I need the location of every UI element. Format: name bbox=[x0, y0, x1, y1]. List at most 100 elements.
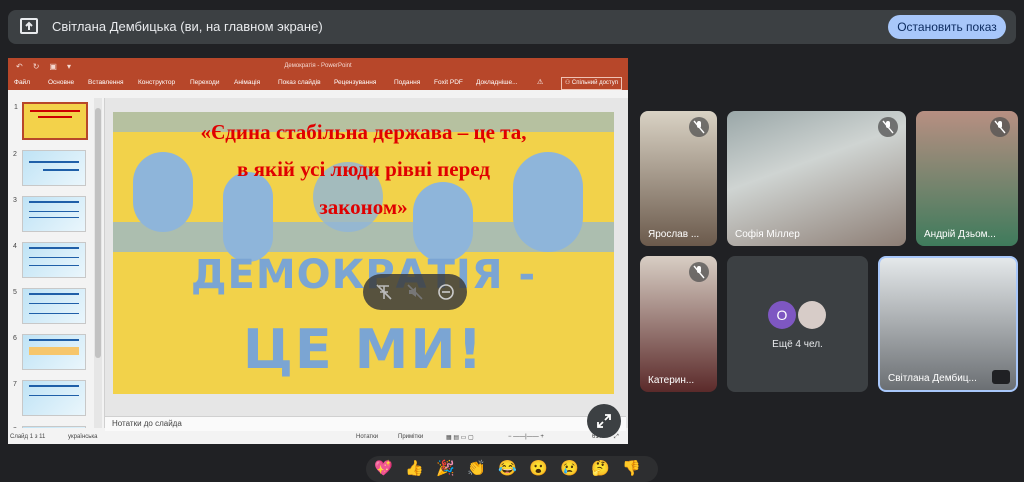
slide-canvas: «Єдина стабільна держава – це та, в якій… bbox=[105, 98, 626, 416]
thumbs-up-reaction-icon[interactable]: 👍 bbox=[405, 461, 424, 477]
tab-animations[interactable]: Анімація bbox=[234, 79, 260, 86]
slide-counter: Слайд 1 з 11 bbox=[10, 434, 46, 440]
slide-thumbnail-2[interactable]: 2 bbox=[13, 150, 86, 186]
tab-home[interactable]: Основне bbox=[48, 79, 74, 86]
heart-reaction-icon[interactable]: 💖 bbox=[374, 461, 393, 477]
zoom-slider[interactable]: − ——|—— + bbox=[508, 434, 544, 440]
thumb-number: 5 bbox=[13, 289, 17, 296]
thumb-line bbox=[29, 211, 79, 212]
more-participants-label: Ещё 4 чел. bbox=[772, 339, 823, 350]
self-view-tile[interactable]: Світлана Дембиц... bbox=[878, 256, 1018, 392]
ppt-titlebar: ↶ ↻ ▣ ▾ Демократія - PowerPoint bbox=[8, 58, 628, 76]
comments-toggle[interactable]: Примітки bbox=[398, 434, 423, 440]
slide-bg-shape bbox=[113, 222, 614, 252]
thumb-number: 6 bbox=[13, 335, 17, 342]
thumb-line bbox=[29, 247, 79, 249]
thumb-number: 2 bbox=[13, 151, 17, 158]
fit-slide-icon[interactable]: ⤢ bbox=[614, 434, 619, 441]
slide-quote-line3: законом» bbox=[319, 195, 408, 219]
thumb-line bbox=[30, 110, 80, 112]
mic-off-icon bbox=[689, 262, 709, 282]
slide-scrollbar[interactable] bbox=[620, 98, 628, 428]
thumb-line bbox=[38, 116, 72, 118]
thumb-line bbox=[29, 385, 79, 387]
surprised-reaction-icon[interactable]: 😮 bbox=[529, 461, 548, 477]
participant-tile[interactable]: Андрій Дзьом... bbox=[916, 111, 1018, 246]
thumb-line bbox=[29, 313, 79, 314]
video-controls-pill bbox=[363, 274, 467, 310]
slide-thumbnail-6[interactable]: 6 bbox=[13, 334, 86, 370]
participant-tile[interactable]: Катерин... bbox=[640, 256, 717, 392]
notes-pane[interactable]: Нотатки до слайда bbox=[105, 416, 626, 431]
tab-review[interactable]: Рецензування bbox=[334, 79, 376, 86]
participant-name: Катерин... bbox=[648, 375, 695, 386]
thumb-line bbox=[29, 161, 79, 163]
thumb-line bbox=[29, 217, 79, 218]
mic-off-icon bbox=[878, 117, 898, 137]
participant-name: Андрій Дзьом... bbox=[924, 229, 996, 240]
tab-view[interactable]: Подання bbox=[394, 79, 420, 86]
present-screen-icon bbox=[20, 18, 38, 34]
clap-reaction-icon[interactable]: 👏 bbox=[467, 461, 486, 477]
avatar: О bbox=[768, 301, 796, 329]
participant-name: Ярослав ... bbox=[648, 229, 700, 240]
current-slide[interactable]: «Єдина стабільна держава – це та, в якій… bbox=[113, 112, 614, 394]
presenting-title: Світлана Дембицька (ви, на главном экран… bbox=[52, 19, 323, 34]
sad-reaction-icon[interactable]: 😢 bbox=[560, 461, 579, 477]
avatar bbox=[798, 301, 826, 329]
mute-icon[interactable] bbox=[406, 283, 424, 301]
tab-transitions[interactable]: Переходи bbox=[190, 79, 219, 86]
participant-tile[interactable]: Ярослав ... bbox=[640, 111, 717, 246]
thumb-line bbox=[29, 303, 79, 304]
reactions-bar: 💖 👍 🎉 👏 😂 😮 😢 🤔 👎 bbox=[366, 456, 658, 482]
slide-quote-line2: в якій усі люди рівні перед bbox=[237, 157, 490, 181]
share-label: Спільний доступ bbox=[571, 80, 618, 86]
slide-quote-line1: «Єдина стабільна держава – це та, bbox=[200, 120, 527, 144]
thumbnails-scrollbar[interactable] bbox=[94, 98, 102, 428]
thumb-line bbox=[29, 293, 79, 295]
laugh-reaction-icon[interactable]: 😂 bbox=[498, 461, 517, 477]
thumb-block bbox=[29, 347, 79, 355]
share-button[interactable]: ⚇ Спільний доступ bbox=[560, 77, 622, 90]
tab-slideshow[interactable]: Показ слайдів bbox=[278, 79, 321, 86]
slide-heading-line2: ЦЕ МИ! bbox=[242, 318, 485, 381]
thinking-reaction-icon[interactable]: 🤔 bbox=[591, 461, 610, 477]
pip-icon[interactable] bbox=[992, 370, 1010, 384]
thumb-number: 8 bbox=[13, 427, 17, 428]
document-title: Демократія - PowerPoint bbox=[284, 63, 352, 69]
remove-icon[interactable] bbox=[437, 283, 455, 301]
tab-insert[interactable]: Вставлення bbox=[88, 79, 124, 86]
party-reaction-icon[interactable]: 🎉 bbox=[436, 461, 455, 477]
tab-design[interactable]: Конструктор bbox=[138, 79, 175, 86]
thumb-line bbox=[29, 201, 79, 203]
slide-thumbnail-8[interactable]: 8 bbox=[13, 426, 86, 428]
participant-tile[interactable]: Софія Міллер bbox=[727, 111, 906, 246]
thumb-number: 1 bbox=[14, 104, 18, 111]
slide-thumbnails: 1 2 3 4 5 6 7 bbox=[8, 98, 105, 428]
warning-icon: ⚠ bbox=[537, 79, 544, 86]
more-participants-tile[interactable]: О Ещё 4 чел. bbox=[727, 256, 868, 392]
thumb-number: 7 bbox=[13, 381, 17, 388]
tab-tell-me[interactable]: Докладніше... bbox=[476, 79, 518, 86]
slide-thumbnail-3[interactable]: 3 bbox=[13, 196, 86, 232]
expand-icon bbox=[597, 414, 611, 428]
thumb-line bbox=[29, 265, 79, 266]
language-indicator[interactable]: українська bbox=[68, 434, 98, 440]
tab-file[interactable]: Файл bbox=[14, 79, 30, 86]
participant-name: Софія Міллер bbox=[735, 229, 800, 240]
normal-view-icon[interactable]: ▦ ▤ ▭ ▢ bbox=[446, 434, 474, 441]
slide-thumbnail-5[interactable]: 5 bbox=[13, 288, 86, 324]
thumbs-down-reaction-icon[interactable]: 👎 bbox=[622, 461, 641, 477]
scrollbar-thumb[interactable] bbox=[95, 108, 101, 358]
notes-toggle[interactable]: Нотатки bbox=[356, 434, 378, 440]
unpin-icon[interactable] bbox=[375, 283, 393, 301]
stop-presenting-button[interactable]: Остановить показ bbox=[888, 15, 1006, 39]
tab-foxit-pdf[interactable]: Foxit PDF bbox=[434, 79, 463, 86]
slide-thumbnail-4[interactable]: 4 bbox=[13, 242, 86, 278]
ribbon-tabs: Файл Основне Вставлення Конструктор Пере… bbox=[8, 76, 628, 90]
expand-tile-button[interactable] bbox=[587, 404, 621, 438]
ppt-statusbar: Слайд 1 з 11 українська Нотатки Примітки… bbox=[8, 432, 628, 444]
thumb-line bbox=[43, 169, 79, 171]
slide-thumbnail-7[interactable]: 7 bbox=[13, 380, 86, 416]
slide-thumbnail-1[interactable]: 1 bbox=[14, 102, 88, 140]
